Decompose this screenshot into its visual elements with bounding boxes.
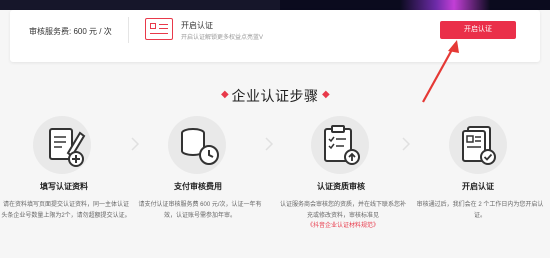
pencil-form-icon	[33, 116, 91, 174]
step-arrow-icon	[402, 137, 411, 151]
document-check-icon	[449, 116, 507, 174]
step-arrow-icon	[265, 137, 274, 151]
card-divider	[128, 17, 129, 43]
section-title: 企业认证步骤	[231, 88, 319, 104]
step-title: 支付审核费用	[174, 182, 222, 191]
step-title: 认证资质审核	[317, 182, 365, 191]
banner-glow	[400, 0, 490, 10]
step-description: 认证服务商会审核您的资质，并在线下联系您补充或修改资料，审核标准见 《抖音企业认…	[278, 200, 408, 232]
fee-value: 600 元 / 次	[73, 27, 112, 36]
coins-clock-icon	[168, 116, 226, 174]
material-standard-link[interactable]: 《抖音企业认证材料规范》	[278, 221, 408, 232]
step-title: 填写认证资料	[40, 182, 88, 191]
top-banner-strip	[0, 0, 550, 10]
fee-info: 审核服务费: 600 元 / 次	[29, 26, 112, 37]
open-cert-title: 开启认证	[181, 21, 213, 30]
fee-label: 审核服务费:	[29, 27, 72, 36]
step-description: 请在资料填写页面提交认证资料，同一主体认证头条企业号数量上限为2个，请勿超额提交…	[1, 202, 131, 219]
open-cert-subtitle: 开启认证解锁更多权益点亮蓝V	[181, 35, 264, 41]
step-description: 请支付认证审核服务费 600 元/次，认证一年有效，认证账号需参加年审。	[138, 202, 262, 219]
open-certification-button[interactable]: 开启认证	[440, 21, 516, 39]
step-arrow-icon	[131, 137, 140, 151]
step-title: 开启认证	[462, 182, 494, 191]
banner-dark-area	[0, 0, 280, 10]
certificate-icon	[145, 18, 173, 40]
clipboard-upload-icon	[311, 116, 369, 174]
title-decoration-right: ◆	[322, 89, 330, 100]
step-description: 审核通过后，我们会在 2 个工作日内为您开启认证。	[416, 202, 544, 219]
step-description-text: 认证服务商会审核您的资质，并在线下联系您补充或修改资料，审核标准见	[279, 202, 406, 219]
